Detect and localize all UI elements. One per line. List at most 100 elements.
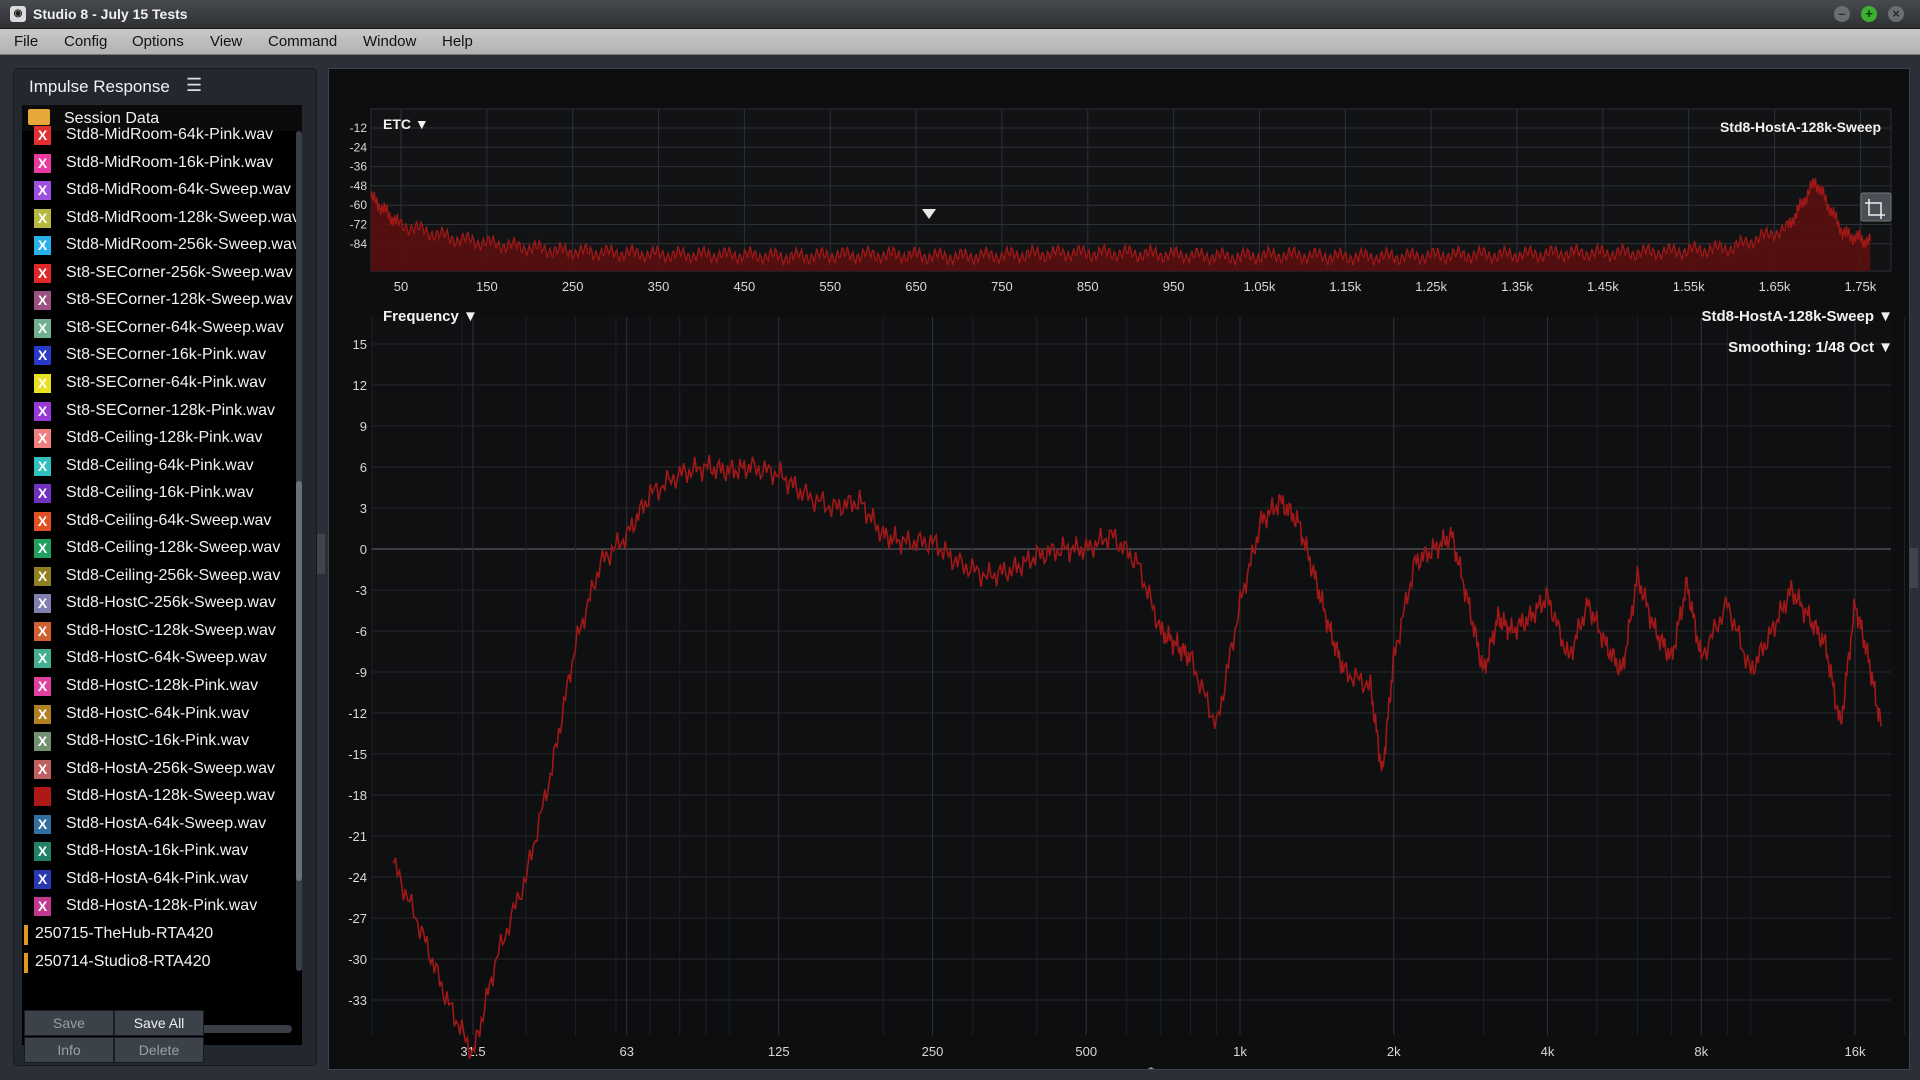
file-item[interactable]: X Std8-HostA-128k-Pink.wav [22, 894, 294, 920]
file-label: Std8-HostC-128k-Pink.wav [66, 677, 259, 694]
file-label: Std8-Ceiling-128k-Pink.wav [66, 429, 263, 447]
save-button[interactable]: Save [24, 1010, 114, 1036]
freq-x-tick: 8k [1694, 1044, 1708, 1059]
session-item[interactable]: 250715-TheHub-RTA420 [22, 922, 294, 948]
file-item[interactable]: Std8-HostA-128k-Sweep.wav [22, 784, 294, 810]
menu-command[interactable]: Command [268, 33, 337, 50]
etc-x-tick: 950 [1163, 279, 1185, 294]
file-x-icon: X [34, 208, 51, 228]
file-item[interactable]: X St8-SECorner-128k-Sweep.wav [22, 288, 294, 314]
freq-x-tick: 4k [1541, 1044, 1555, 1059]
file-label: Std8-MidRoom-64k-Pink.wav [66, 126, 274, 143]
file-x-icon: X [34, 814, 51, 834]
freq-x-tick: 31.5 [460, 1044, 485, 1059]
info-button[interactable]: Info [24, 1037, 114, 1063]
file-label: Std8-Ceiling-64k-Sweep.wav [66, 511, 272, 529]
file-item[interactable]: X Std8-Ceiling-16k-Pink.wav [22, 481, 294, 507]
delete-button[interactable]: Delete [114, 1037, 204, 1063]
file-x-icon: X [34, 511, 51, 531]
file-label: Std8-HostA-256k-Sweep.wav [66, 759, 275, 777]
freq-y-tick: 0 [360, 542, 367, 557]
file-x-icon: X [34, 456, 51, 476]
freq-x-tick: 500 [1075, 1044, 1097, 1059]
file-item[interactable]: X Std8-HostC-64k-Pink.wav [22, 702, 294, 728]
file-item[interactable]: X Std8-HostC-64k-Sweep.wav [22, 646, 294, 672]
file-x-icon: X [34, 897, 51, 917]
etc-y-tick: -12 [350, 121, 368, 135]
file-item[interactable]: X Std8-Ceiling-64k-Sweep.wav [22, 509, 294, 535]
vertical-scrollbar[interactable] [296, 131, 302, 971]
hamburger-menu-icon[interactable]: ☰ [186, 75, 206, 95]
session-label: 250714-Studio8-RTA420 [35, 952, 211, 970]
file-x-icon: X [34, 373, 51, 393]
etc-x-tick: 50 [394, 279, 408, 294]
file-item[interactable]: X St8-SECorner-64k-Sweep.wav [22, 316, 294, 342]
menu-config[interactable]: Config [64, 33, 107, 50]
minimize-icon[interactable]: – [1834, 6, 1850, 22]
close-icon[interactable]: × [1888, 6, 1904, 22]
file-label: Std8-MidRoom-256k-Sweep.wav [66, 236, 300, 254]
session-item[interactable]: 250714-Studio8-RTA420 [22, 950, 294, 976]
file-item[interactable]: X Std8-MidRoom-16k-Pink.wav [22, 151, 294, 177]
file-label: Std8-HostA-64k-Sweep.wav [66, 814, 267, 832]
etc-x-tick: 550 [819, 279, 841, 294]
file-item[interactable]: X Std8-HostC-16k-Pink.wav [22, 729, 294, 755]
maximize-icon[interactable]: + [1861, 6, 1877, 22]
file-label: St8-SECorner-128k-Sweep.wav [66, 291, 293, 309]
smoothing-selector: Smoothing: 1/48 Oct ▼ [1728, 339, 1893, 356]
file-item[interactable]: X Std8-HostA-16k-Pink.wav [22, 839, 294, 865]
file-x-icon: X [34, 484, 51, 504]
file-x-icon: X [34, 236, 51, 256]
scrollbar-thumb[interactable] [296, 481, 302, 881]
file-item[interactable]: X Std8-MidRoom-64k-Sweep.wav [22, 178, 294, 204]
file-label: St8-SECorner-256k-Sweep.wav [66, 263, 293, 281]
file-item[interactable]: X Std8-MidRoom-256k-Sweep.wav [22, 233, 300, 259]
menu-view[interactable]: View [210, 33, 242, 50]
menu-file[interactable]: File [14, 33, 38, 50]
etc-x-tick: 250 [562, 279, 584, 294]
file-item[interactable]: X Std8-Ceiling-128k-Sweep.wav [22, 536, 294, 562]
charts-area[interactable]: -12-24-36-48-60-72-8450 150 250 350 450 550 65… [329, 69, 1909, 1069]
crop-icon [1860, 192, 1892, 222]
etc-y-tick: -84 [350, 237, 368, 251]
file-item[interactable]: X Std8-MidRoom-64k-Pink.wav [22, 123, 294, 149]
file-item[interactable]: X St8-SECorner-256k-Sweep.wav [22, 261, 294, 287]
menu-window[interactable]: Window [363, 33, 416, 50]
file-item[interactable]: X Std8-Ceiling-128k-Pink.wav [22, 426, 294, 452]
file-item[interactable]: X St8-SECorner-128k-Pink.wav [22, 399, 294, 425]
file-item[interactable]: X Std8-HostC-256k-Sweep.wav [22, 591, 294, 617]
file-item[interactable]: X St8-SECorner-16k-Pink.wav [22, 343, 294, 369]
etc-x-tick: 1.55k [1673, 279, 1705, 294]
freq-y-tick: -33 [348, 993, 367, 1008]
right-collapse-handle[interactable] [1910, 548, 1918, 588]
menu-options[interactable]: Options [132, 33, 184, 50]
freq-y-tick: -9 [355, 665, 367, 680]
file-list[interactable]: Session Data X Std8-MidRoom-64k-Pink.wav X… [22, 105, 302, 1045]
file-item[interactable]: X Std8-HostC-128k-Pink.wav [22, 674, 294, 700]
file-label: Std8-HostA-64k-Pink.wav [66, 869, 249, 887]
file-label: Std8-Ceiling-16k-Pink.wav [66, 484, 254, 502]
etc-x-tick: 1.05k [1244, 279, 1276, 294]
file-item[interactable]: X Std8-Ceiling-64k-Pink.wav [22, 454, 294, 480]
file-x-icon: X [34, 346, 51, 366]
file-label: St8-SECorner-64k-Sweep.wav [66, 318, 284, 336]
file-item[interactable]: X Std8-HostA-64k-Sweep.wav [22, 812, 294, 838]
file-item[interactable]: X Std8-HostA-64k-Pink.wav [22, 867, 294, 893]
etc-x-tick: 1.35k [1501, 279, 1533, 294]
file-x-icon: X [34, 677, 51, 696]
file-item[interactable]: X Std8-HostC-128k-Sweep.wav [22, 619, 294, 645]
freq-x-tick: 250 [922, 1044, 944, 1059]
file-item[interactable]: X Std8-HostA-256k-Sweep.wav [22, 757, 294, 783]
file-label: St8-SECorner-64k-Pink.wav [66, 373, 267, 391]
file-item[interactable]: X St8-SECorner-64k-Pink.wav [22, 371, 294, 397]
freq-measurement-selector: Std8-HostA-128k-Sweep ▼ [1701, 308, 1893, 325]
file-item[interactable]: X Std8-Ceiling-256k-Sweep.wav [22, 564, 294, 590]
save-all-button[interactable]: Save All [114, 1010, 204, 1036]
left-collapse-handle[interactable] [317, 534, 325, 574]
etc-y-tick: -36 [350, 160, 368, 174]
file-item[interactable]: X Std8-MidRoom-128k-Sweep.wav [22, 206, 300, 232]
file-label: Std8-MidRoom-64k-Sweep.wav [66, 181, 291, 199]
file-x-icon: X [34, 126, 51, 145]
file-x-icon: X [34, 759, 51, 779]
menu-help[interactable]: Help [442, 33, 473, 50]
